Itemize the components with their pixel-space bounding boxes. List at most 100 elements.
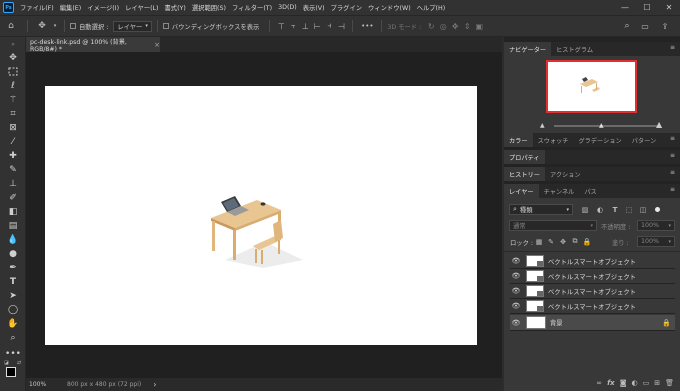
share-icon[interactable]: ⇪ bbox=[658, 22, 672, 31]
gradient-tool-icon[interactable]: ▤ bbox=[4, 219, 22, 232]
eye-icon[interactable]: 👁 bbox=[510, 302, 522, 310]
hand-tool-icon[interactable]: ✋ bbox=[4, 317, 22, 330]
lock-all-icon[interactable]: 🔒 bbox=[582, 236, 592, 247]
tab-paths[interactable]: パス bbox=[579, 184, 601, 198]
layer-row[interactable]: 👁 ベクトルスマートオブジェクト bbox=[510, 269, 675, 284]
3d-slide-icon[interactable]: ⇕ bbox=[461, 22, 473, 31]
maximize-button[interactable]: ☐ bbox=[636, 0, 658, 15]
menu-edit[interactable]: 編集(E) bbox=[57, 3, 85, 12]
layer-row[interactable]: 👁 ベクトルスマートオブジェクト bbox=[510, 299, 675, 314]
lasso-tool-icon[interactable]: ℓ bbox=[4, 79, 22, 92]
zoom-tool-icon[interactable]: ⌕ bbox=[4, 331, 22, 344]
tab-history[interactable]: ヒストリー bbox=[504, 167, 545, 181]
layer-filter-dropdown[interactable]: ⌕ 種類 ▾ bbox=[509, 204, 573, 215]
brush-tool-icon[interactable]: ✎ bbox=[4, 163, 22, 176]
canvas-area[interactable] bbox=[26, 52, 502, 378]
minimize-button[interactable]: — bbox=[614, 0, 636, 15]
tab-layers[interactable]: レイヤー bbox=[504, 184, 539, 198]
3d-roll-icon[interactable]: ◎ bbox=[437, 22, 449, 31]
layer-row[interactable]: 👁 ベクトルスマートオブジェクト bbox=[510, 254, 675, 269]
filter-adjustment-icon[interactable]: ◐ bbox=[595, 204, 605, 215]
filter-type-icon[interactable]: T bbox=[610, 204, 620, 215]
opacity-field[interactable]: 100% ▾ bbox=[637, 220, 675, 231]
history-brush-tool-icon[interactable]: ✐ bbox=[4, 191, 22, 204]
zoom-slider-handle[interactable]: ▲ bbox=[599, 122, 604, 129]
menu-filter[interactable]: フィルター(T) bbox=[229, 3, 275, 12]
panel-menu-icon[interactable]: ≡ bbox=[670, 169, 675, 176]
magic-wand-tool-icon[interactable]: ⚚ bbox=[4, 93, 22, 106]
eraser-tool-icon[interactable]: ◧ bbox=[4, 205, 22, 218]
panel-menu-icon[interactable]: ≡ bbox=[670, 135, 675, 142]
tab-navigator[interactable]: ナビゲーター bbox=[504, 42, 552, 56]
align-right-icon[interactable]: ⊣ bbox=[335, 22, 347, 31]
layer-style-icon[interactable]: fx bbox=[607, 379, 615, 387]
workspace-icon[interactable]: ▭ bbox=[638, 22, 652, 31]
tab-patterns[interactable]: パターン bbox=[627, 133, 661, 147]
align-left-icon[interactable]: ⊢ bbox=[311, 22, 323, 31]
status-expand-icon[interactable]: › bbox=[153, 380, 156, 389]
menu-layer[interactable]: レイヤー(L) bbox=[122, 3, 161, 12]
collapse-icon[interactable]: » bbox=[4, 38, 22, 51]
move-tool-icon[interactable]: ✥ bbox=[4, 51, 22, 64]
menu-plugins[interactable]: プラグイン bbox=[328, 3, 365, 12]
menu-view[interactable]: 表示(V) bbox=[300, 3, 328, 12]
type-tool-icon[interactable]: T bbox=[4, 275, 22, 288]
navigator-proxy-view[interactable] bbox=[546, 60, 637, 113]
eye-icon[interactable]: 👁 bbox=[510, 287, 522, 295]
tab-properties[interactable]: プロパティ bbox=[504, 150, 545, 164]
eye-icon[interactable]: 👁 bbox=[510, 257, 522, 265]
tab-actions[interactable]: アクション bbox=[545, 167, 586, 181]
crop-tool-icon[interactable]: ⌗ bbox=[4, 107, 22, 120]
move-tool-preset-icon[interactable]: ✥ bbox=[33, 21, 51, 31]
lock-position-icon[interactable]: ✥ bbox=[558, 236, 568, 247]
delete-layer-icon[interactable]: 🗑 bbox=[665, 379, 674, 387]
default-colors-icon[interactable]: ◪ bbox=[4, 360, 9, 366]
lock-transparent-icon[interactable]: ▦ bbox=[534, 236, 544, 247]
adjustment-layer-icon[interactable]: ◐ bbox=[632, 379, 638, 387]
panel-menu-icon[interactable]: ≡ bbox=[670, 44, 675, 51]
close-tab-icon[interactable]: × bbox=[154, 41, 160, 49]
marquee-tool-icon[interactable] bbox=[4, 65, 22, 78]
menu-image[interactable]: イメージ(I) bbox=[84, 3, 122, 12]
menu-type[interactable]: 書式(Y) bbox=[162, 3, 189, 12]
pen-tool-icon[interactable]: ✒ bbox=[4, 261, 22, 274]
healing-brush-tool-icon[interactable]: ✚ bbox=[4, 149, 22, 162]
home-icon[interactable]: ⌂ bbox=[0, 21, 22, 31]
tab-histogram[interactable]: ヒストグラム bbox=[551, 42, 598, 56]
chevron-down-icon[interactable]: ▾ bbox=[51, 23, 59, 29]
foreground-color-swatch[interactable] bbox=[6, 367, 16, 377]
menu-help[interactable]: ヘルプ(H) bbox=[414, 3, 449, 12]
3d-orbit-icon[interactable]: ↻ bbox=[425, 22, 437, 31]
blend-mode-dropdown[interactable]: 通常 ▾ bbox=[509, 220, 597, 231]
layer-row[interactable]: 👁 ベクトルスマートオブジェクト bbox=[510, 284, 675, 299]
filter-pixel-icon[interactable]: ▨ bbox=[580, 204, 590, 215]
dodge-tool-icon[interactable]: ● bbox=[4, 247, 22, 260]
search-icon[interactable]: ⌕ bbox=[620, 21, 634, 31]
3d-pan-icon[interactable]: ✥ bbox=[449, 22, 461, 31]
link-layers-icon[interactable]: ∞ bbox=[596, 379, 602, 387]
frame-tool-icon[interactable]: ⊠ bbox=[4, 121, 22, 134]
document-tab[interactable]: pc-desk-link.psd @ 100% (背景, RGB/8#) * × bbox=[26, 37, 160, 53]
zoom-level[interactable]: 100% bbox=[29, 381, 59, 388]
menu-window[interactable]: ウィンドウ(W) bbox=[365, 3, 414, 12]
bounding-box-checkbox[interactable] bbox=[162, 23, 169, 29]
align-bottom-icon[interactable]: ⊥ bbox=[299, 22, 311, 31]
more-options-button[interactable]: ••• bbox=[358, 22, 376, 30]
eyedropper-tool-icon[interactable]: ⁄ bbox=[4, 135, 22, 148]
tab-channels[interactable]: チャンネル bbox=[539, 184, 580, 198]
3d-scale-icon[interactable]: ▣ bbox=[473, 22, 485, 31]
filter-shape-icon[interactable]: ⬚ bbox=[624, 204, 634, 215]
layer-row-selected[interactable]: 👁 背景 🔒 bbox=[510, 315, 675, 331]
tab-swatches[interactable]: スウォッチ bbox=[533, 133, 574, 147]
align-top-icon[interactable]: ⊤ bbox=[275, 22, 287, 31]
lock-image-icon[interactable]: ✎ bbox=[546, 236, 556, 247]
ellipse-tool-icon[interactable]: ◯ bbox=[4, 303, 22, 316]
menu-file[interactable]: ファイル(F) bbox=[17, 3, 57, 12]
new-group-icon[interactable]: ▭ bbox=[643, 379, 650, 387]
align-center-icon[interactable]: ⫞ bbox=[323, 21, 335, 31]
zoom-out-icon[interactable]: ▲ bbox=[540, 122, 545, 129]
fill-field[interactable]: 100% ▾ bbox=[637, 236, 675, 247]
panel-menu-icon[interactable]: ≡ bbox=[670, 152, 675, 159]
eye-icon[interactable]: 👁 bbox=[510, 319, 522, 327]
tab-gradients[interactable]: グラデーション bbox=[574, 133, 627, 147]
